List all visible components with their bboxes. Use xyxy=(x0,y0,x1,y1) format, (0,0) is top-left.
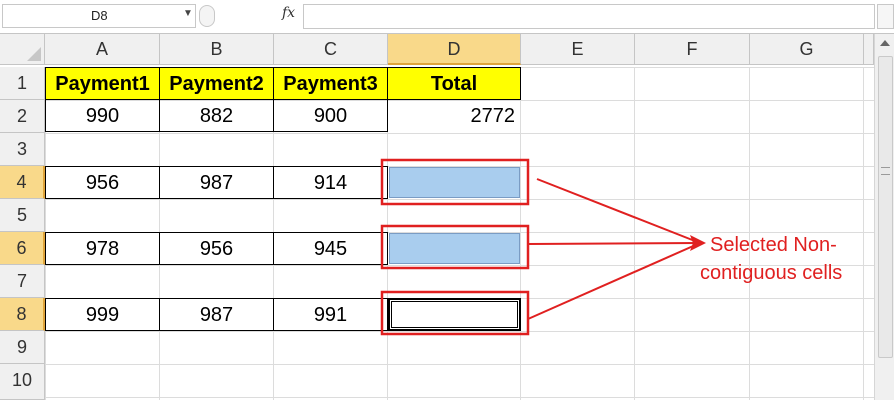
annotation-line-1: Selected Non- xyxy=(710,234,837,256)
cell-d1[interactable]: Total xyxy=(387,67,521,100)
column-header-h[interactable] xyxy=(864,34,874,65)
formula-input[interactable] xyxy=(303,4,875,29)
row-header-9[interactable]: 9 xyxy=(0,331,45,364)
cell-a2[interactable]: 990 xyxy=(45,99,160,132)
insert-function-icon[interactable]: fx xyxy=(282,5,295,21)
row-header-10[interactable]: 10 xyxy=(0,364,45,400)
row-header-6[interactable]: 6 xyxy=(0,232,45,265)
annotation-line-2: contiguous cells xyxy=(700,262,843,284)
column-header-b[interactable]: B xyxy=(160,34,274,65)
cell-d4[interactable] xyxy=(389,167,520,198)
cell-d6[interactable] xyxy=(389,233,520,264)
select-all-button[interactable] xyxy=(0,34,45,65)
column-header-g[interactable]: G xyxy=(750,34,864,65)
cell-b1[interactable]: Payment2 xyxy=(159,67,274,100)
column-header-a[interactable]: A xyxy=(45,34,160,65)
scrollbar-thumb[interactable] xyxy=(878,56,893,358)
column-header-d[interactable]: D xyxy=(388,34,521,65)
cell-b6[interactable]: 956 xyxy=(159,232,274,265)
formula-expand-button[interactable] xyxy=(877,4,894,29)
cell-a1[interactable]: Payment1 xyxy=(45,67,160,100)
cell-d2[interactable]: 2772 xyxy=(388,100,521,133)
cell-d8-active[interactable] xyxy=(388,298,521,331)
resize-grip-icon[interactable] xyxy=(199,5,215,27)
vertical-scrollbar[interactable] xyxy=(874,34,894,400)
row-header-5[interactable]: 5 xyxy=(0,199,45,232)
annotation-label: Selected Non- contiguous cells xyxy=(700,231,880,287)
cell-b8[interactable]: 987 xyxy=(159,298,274,331)
scroll-up-icon[interactable] xyxy=(880,40,890,46)
name-box-value: D8 xyxy=(91,8,108,23)
column-header-f[interactable]: F xyxy=(635,34,750,65)
cell-a8[interactable]: 999 xyxy=(45,298,160,331)
select-all-icon xyxy=(27,47,41,61)
chevron-down-icon[interactable]: ▼ xyxy=(183,8,193,19)
row-header-4[interactable]: 4 xyxy=(0,166,45,199)
cell-c1[interactable]: Payment3 xyxy=(273,67,388,100)
formula-bar: D8 ▼ fx xyxy=(0,0,894,34)
column-header-e[interactable]: E xyxy=(521,34,635,65)
cell-a6[interactable]: 978 xyxy=(45,232,160,265)
row-header-1[interactable]: 1 xyxy=(0,67,45,100)
cell-b4[interactable]: 987 xyxy=(159,166,274,199)
row-header-2[interactable]: 2 xyxy=(0,100,45,133)
name-box[interactable]: D8 ▼ xyxy=(2,4,196,28)
row-header-3[interactable]: 3 xyxy=(0,133,45,166)
cell-a4[interactable]: 956 xyxy=(45,166,160,199)
cell-c2[interactable]: 900 xyxy=(273,99,388,132)
column-header-c[interactable]: C xyxy=(274,34,388,65)
cell-c8[interactable]: 991 xyxy=(273,298,388,331)
cell-c6[interactable]: 945 xyxy=(273,232,388,265)
row-header-8[interactable]: 8 xyxy=(0,298,45,331)
cell-c4[interactable]: 914 xyxy=(273,166,388,199)
row-header-7[interactable]: 7 xyxy=(0,265,45,298)
grip-icon xyxy=(881,167,890,175)
gridline-vertical xyxy=(634,67,635,400)
cell-b2[interactable]: 882 xyxy=(159,99,274,132)
